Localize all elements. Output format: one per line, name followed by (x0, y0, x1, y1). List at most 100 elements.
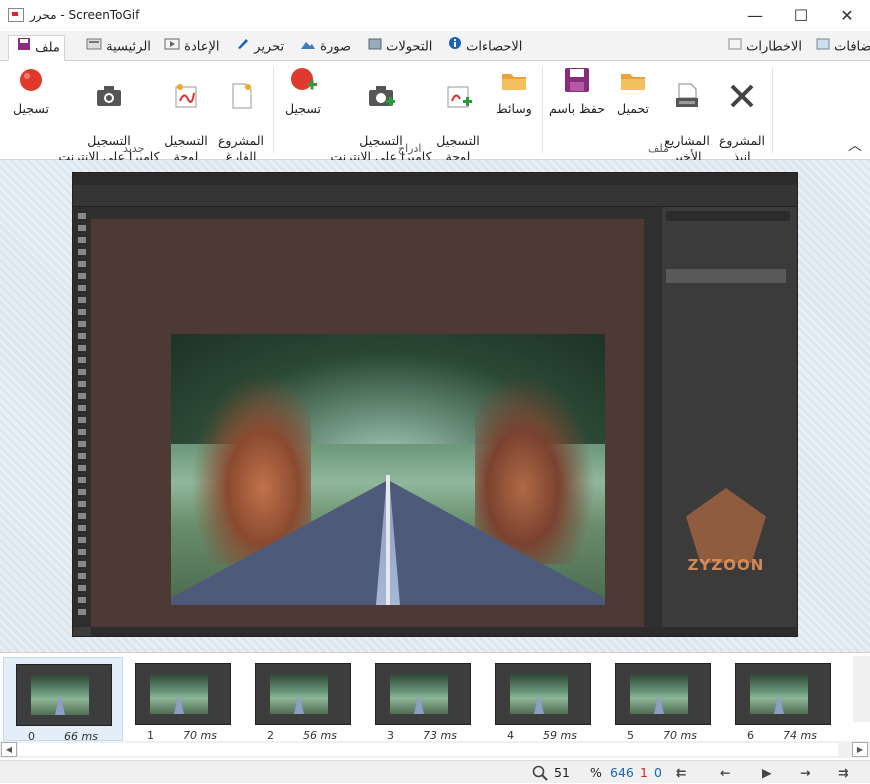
record-label: تسجيل (13, 101, 49, 116)
tab-home[interactable]: الرئيسية (78, 35, 155, 61)
camera-insert-icon (366, 81, 396, 111)
image-icon (300, 35, 316, 59)
frame-thumbnail (735, 663, 831, 725)
board-record-button[interactable]: التسجيل لوحة (160, 65, 212, 165)
previous-frame-icon[interactable]: ← (720, 765, 730, 780)
load-label: تحميل (616, 101, 649, 116)
tab-playback[interactable]: الإعادة (156, 35, 223, 61)
ribbon-separator (273, 67, 274, 153)
collapse-ribbon-icon[interactable]: ︿ (848, 135, 862, 155)
ribbon-tabs: الاخطارات اضافات الاحصاءات التحولات صورة… (0, 31, 870, 61)
frame-item[interactable]: 1 70 ms (123, 657, 243, 742)
record-icon (16, 65, 46, 95)
watermark-text: ZYZOON (687, 556, 765, 574)
record-button[interactable]: تسجيل (8, 65, 54, 117)
webcam-record-button[interactable]: التسجيل كاميرا على الإنترنت (56, 65, 162, 165)
frame-toolbar (73, 207, 91, 627)
status-bar: 51 % 646 1 0 ⇇ ← ▶ → ⇉ (0, 760, 870, 783)
save-as-button[interactable]: حفظ باسم (546, 65, 608, 117)
transitions-icon (368, 35, 382, 59)
insert-record-button[interactable]: تسجيل (280, 65, 326, 117)
frame-thumbnail (16, 664, 112, 726)
tab-notifications[interactable]: الاخطارات (720, 35, 806, 61)
home-icon (86, 35, 102, 59)
tab-image-label: صورة (320, 39, 351, 55)
next-frame-icon[interactable]: → (800, 765, 810, 780)
recent-projects-icon (672, 81, 702, 111)
frame-item[interactable]: 3 73 ms (363, 657, 483, 742)
insert-media-label: وسائط (496, 101, 532, 116)
tab-playback-label: الإعادة (184, 39, 220, 55)
tab-image[interactable]: صورة (292, 35, 355, 61)
window-title: محرر - ScreenToGif (30, 8, 140, 22)
app-icon (8, 8, 24, 22)
tab-extras-label: اضافات (834, 39, 870, 55)
save-as-icon (562, 65, 592, 95)
scroll-right-icon[interactable]: ▶ (852, 742, 868, 757)
frame-thumbnail (135, 663, 231, 725)
tab-transitions[interactable]: التحولات (360, 35, 436, 61)
road-photo (171, 334, 605, 605)
tab-statistics[interactable]: الاحصاءات (440, 35, 526, 61)
camera-icon (94, 81, 124, 111)
notifications-icon (728, 35, 742, 59)
current-frame-index: 0 (654, 765, 662, 780)
close-button[interactable]: ✕ (824, 0, 870, 31)
info-icon (448, 35, 462, 59)
tab-file-label: ملف (35, 40, 60, 56)
frame-list-scrollbar[interactable]: ◀ ▶ (0, 741, 870, 758)
record-insert-icon (288, 65, 318, 95)
frame-item[interactable]: 2 56 ms (243, 657, 363, 742)
blank-project-button[interactable]: المشروع الفارغ (212, 65, 270, 165)
maximize-button[interactable]: ☐ (778, 0, 824, 31)
tab-file[interactable]: ملف (8, 35, 65, 61)
tab-transitions-label: التحولات (386, 39, 433, 55)
playback-icon (164, 35, 180, 59)
first-frame-icon[interactable]: ⇇ (676, 765, 686, 780)
frame-item[interactable]: 6 74 ms (723, 657, 843, 742)
zoom-value[interactable]: 51 (554, 765, 570, 780)
load-button[interactable]: تحميل (610, 65, 656, 117)
frame-thumbnail (255, 663, 351, 725)
frame-thumbnail (375, 663, 471, 725)
group-label-new: جديد (123, 142, 145, 155)
editor-canvas: ZYZOON (0, 160, 870, 652)
zoom-icon[interactable] (532, 765, 548, 784)
frame-item[interactable]: 0 66 ms (3, 657, 123, 743)
tab-edit-label: تحرير (254, 39, 285, 55)
board-icon (171, 81, 201, 111)
current-frame-image: ZYZOON (72, 172, 798, 637)
ribbon: تسجيل التسجيل كاميرا على الإنترنت التسجي… (0, 61, 870, 164)
group-label-file: ملف (648, 142, 669, 155)
scroll-left-icon[interactable]: ◀ (1, 742, 17, 757)
last-frame-icon[interactable]: ⇉ (838, 765, 848, 780)
discard-project-icon (727, 81, 757, 111)
tab-edit[interactable]: تحرير (228, 35, 288, 61)
zoom-unit: % (590, 765, 602, 780)
discard-project-button[interactable]: المشروع إنبذ (716, 65, 768, 165)
frame-thumbnail (615, 663, 711, 725)
frame-item[interactable]: 4 59 ms (483, 657, 603, 742)
tab-extras[interactable]: اضافات (808, 35, 870, 61)
scrollbar-track[interactable] (18, 743, 838, 756)
pencil-icon (236, 35, 250, 59)
frame-thumbnail (495, 663, 591, 725)
save-icon (17, 36, 31, 60)
frame-item[interactable]: 5 70 ms (603, 657, 723, 742)
tab-home-label: الرئيسية (106, 39, 151, 55)
minimize-button[interactable]: — (732, 0, 778, 31)
save-as-label: حفظ باسم (549, 101, 605, 116)
extras-icon (816, 35, 830, 59)
ribbon-separator (542, 67, 543, 153)
ribbon-separator (772, 67, 773, 153)
insert-media-button[interactable]: وسائط (488, 65, 540, 117)
insert-record-label: تسجيل (285, 101, 321, 116)
frame-statusbar (91, 627, 797, 636)
insert-board-button[interactable]: التسجيل لوحة (432, 65, 484, 165)
play-icon[interactable]: ▶ (762, 765, 772, 780)
frame-doc-tab (91, 207, 651, 219)
title-bar: محرر - ScreenToGif — ☐ ✕ (0, 0, 870, 31)
group-label-insert: ادراج (398, 142, 422, 155)
frame-document (91, 219, 644, 627)
selected-count: 1 (640, 765, 648, 780)
